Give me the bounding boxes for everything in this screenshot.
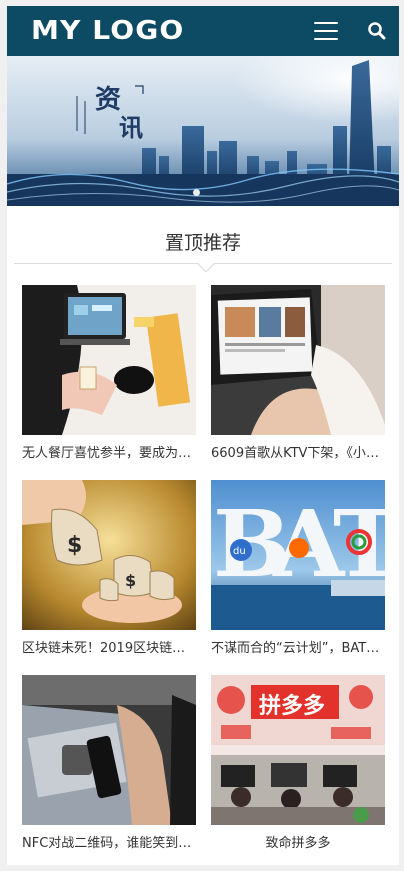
svg-text:拼多多: 拼多多 bbox=[259, 693, 325, 719]
svg-text:$: $ bbox=[67, 533, 82, 558]
article-title[interactable]: 不谋而合的“云计划”，BAT谁更胜一筹 bbox=[211, 640, 385, 658]
article-card[interactable]: B A T du 不谋而合的“云计划”，BAT谁更胜一筹 bbox=[211, 480, 385, 670]
hero-banner[interactable]: 资 讯 bbox=[7, 56, 399, 206]
search-icon[interactable] bbox=[367, 21, 387, 41]
article-card[interactable]: 6609首歌从KTV下架，《小苹果》也在其中 bbox=[211, 285, 385, 475]
banner-calligraphy: 资 bbox=[95, 85, 121, 115]
hamburger-icon[interactable] bbox=[314, 22, 338, 40]
article-thumbnail: 拼多多 bbox=[211, 675, 385, 825]
article-title[interactable]: 6609首歌从KTV下架，《小苹果》也在其中 bbox=[211, 445, 385, 463]
article-thumbnail: $ $ bbox=[22, 480, 196, 630]
article-thumbnail: B A T du bbox=[211, 480, 385, 630]
title-notch bbox=[197, 255, 215, 273]
article-title[interactable]: NFC对战二维码，谁能笑到最后 bbox=[22, 835, 196, 853]
svg-text:讯: 讯 bbox=[119, 113, 143, 142]
article-title[interactable]: 致命拼多多 bbox=[211, 835, 385, 853]
article-thumbnail bbox=[22, 285, 196, 435]
article-title[interactable]: 区块链未死！2019区块链行业发展展望 bbox=[22, 640, 196, 658]
article-card[interactable]: NFC对战二维码，谁能笑到最后 bbox=[22, 675, 196, 865]
svg-text:$: $ bbox=[125, 571, 136, 590]
article-thumbnail bbox=[211, 285, 385, 435]
article-card[interactable]: 拼多多 致命拼多多 bbox=[211, 675, 385, 865]
section-title: 置顶推荐 bbox=[164, 232, 241, 254]
article-thumbnail bbox=[22, 675, 196, 825]
article-card[interactable]: 无人餐厅喜忧参半，要成为主流还需解决这些问题 bbox=[22, 285, 196, 475]
svg-text:T: T bbox=[333, 490, 385, 598]
top-header: MY LOGO bbox=[7, 6, 399, 56]
page-frame: MY LOGO 资 讯 置顶推荐 无人餐厅喜忧参半，要成为主 6609首歌从KT… bbox=[7, 6, 399, 865]
article-card[interactable]: $ $ 区块链未死！2019区块链行业发展展望 bbox=[22, 480, 196, 670]
site-logo[interactable]: MY LOGO bbox=[31, 16, 184, 46]
slider-dot[interactable] bbox=[193, 189, 200, 196]
banner-image: 资 讯 bbox=[7, 56, 399, 206]
article-title[interactable]: 无人餐厅喜忧参半，要成为主流还需解决这些问题 bbox=[22, 445, 196, 463]
svg-text:du: du bbox=[233, 546, 246, 557]
section-header: 置顶推荐 bbox=[14, 206, 392, 273]
